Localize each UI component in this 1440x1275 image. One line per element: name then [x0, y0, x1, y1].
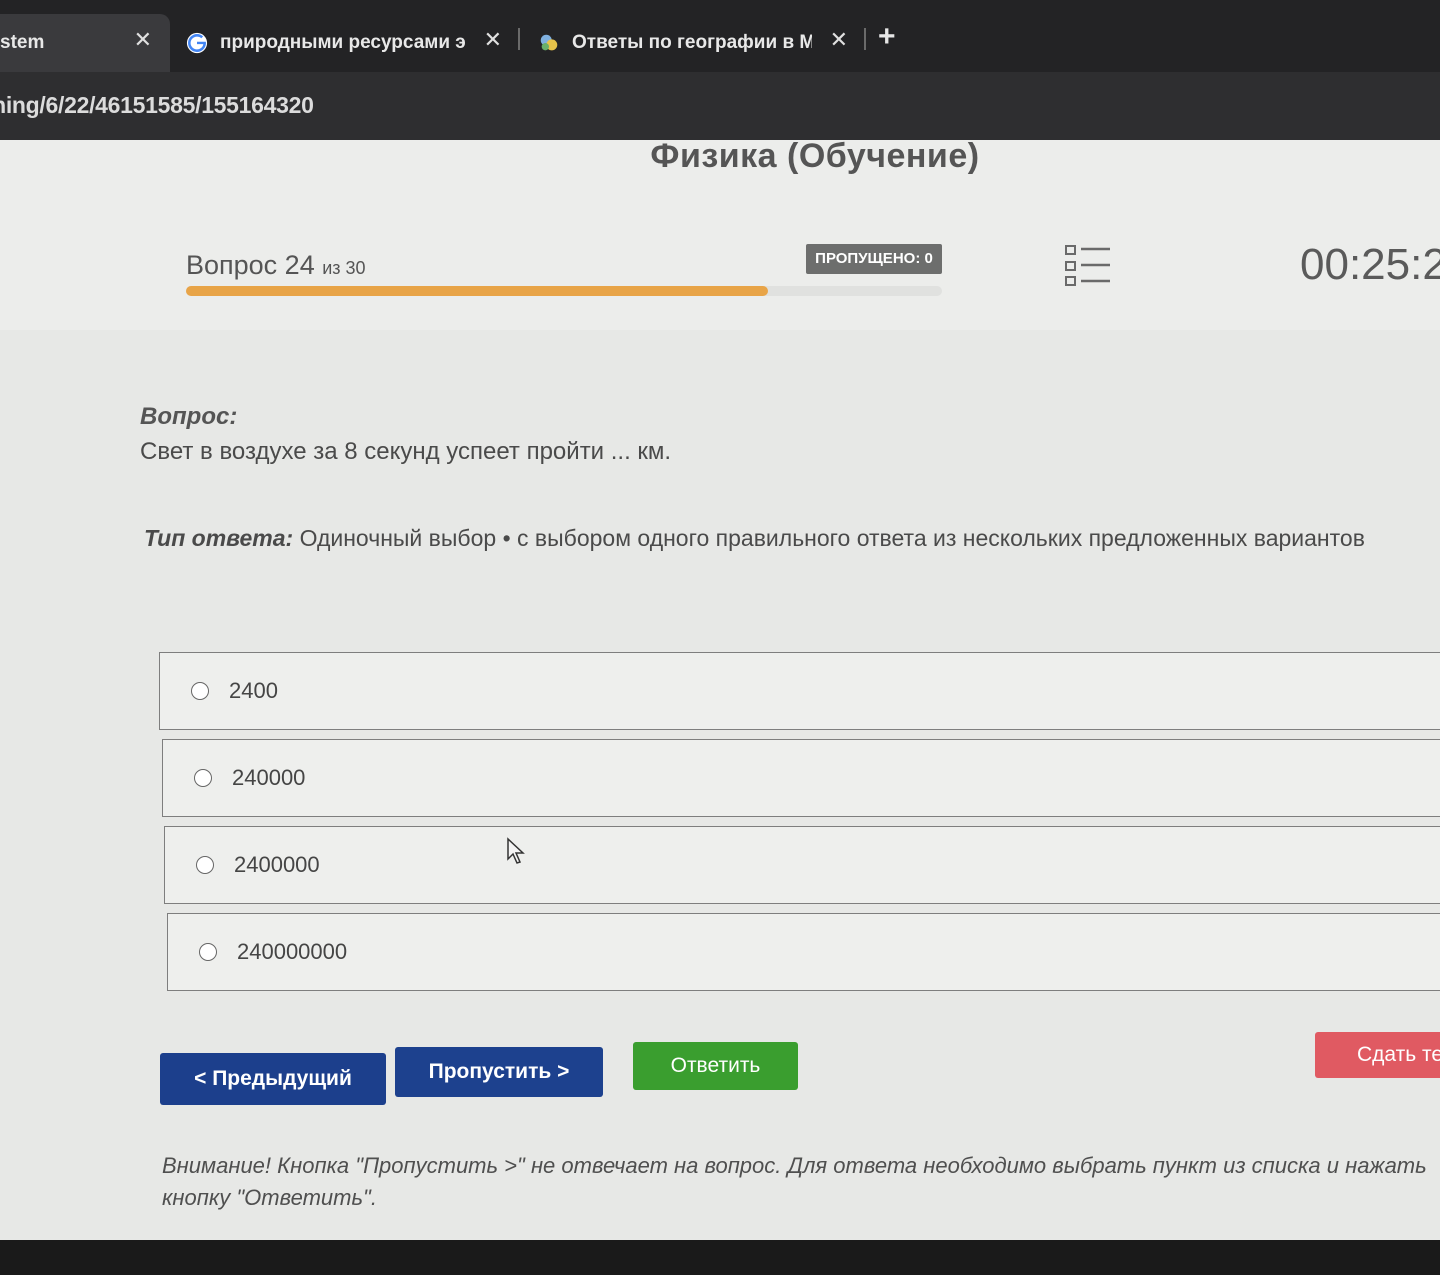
tab-title: Ответы по географии в МТИ | — [572, 32, 812, 53]
option-label: 2400000 — [234, 852, 320, 877]
tab-active[interactable]: stem ✕ — [0, 14, 170, 72]
question-counter-label: Вопрос 24 — [186, 250, 315, 280]
answer-type-value: Одиночный выбор • с выбором одного прави… — [299, 525, 1365, 551]
mouse-cursor-icon — [507, 837, 525, 864]
tab-google-search[interactable]: природными ресурсами это п ✕ — [186, 14, 516, 72]
option-label: 240000 — [232, 765, 306, 790]
question-counter: Вопрос 24 из 30 — [186, 250, 366, 281]
radio-button[interactable] — [196, 856, 214, 874]
timer: 00:25:2 — [1300, 240, 1440, 289]
radio-button[interactable] — [191, 682, 209, 700]
option-label: 2400 — [229, 678, 278, 703]
tab-title: природными ресурсами это п — [220, 32, 466, 53]
new-tab-button[interactable]: + — [878, 20, 896, 54]
option-label: 240000000 — [237, 939, 348, 964]
question-text: Свет в воздухе за 8 секунд успеет пройти… — [140, 438, 672, 465]
close-icon[interactable]: ✕ — [830, 29, 848, 51]
radio-button[interactable] — [194, 769, 212, 787]
answer-option[interactable]: 240000000 — [167, 913, 1440, 991]
skip-button[interactable]: Пропустить > — [395, 1047, 603, 1097]
radio-button[interactable] — [199, 943, 217, 961]
site-favicon-icon — [540, 34, 558, 51]
skip-notice: Внимание! Кнопка "Пропустить >" не отвеч… — [162, 1153, 1427, 1210]
address-bar[interactable]: ining/6/22/46151585/155164320 — [0, 72, 1440, 140]
close-icon[interactable]: ✕ — [134, 29, 152, 51]
tab-geography-answers[interactable]: Ответы по географии в МТИ | ✕ — [538, 14, 856, 72]
question-heading: Вопрос: — [140, 403, 238, 430]
answer-type-label: Тип ответа: — [144, 525, 294, 551]
tab-separator — [518, 28, 520, 50]
answer-option[interactable]: 2400000 — [164, 826, 1440, 904]
url-text: ining/6/22/46151585/155164320 — [0, 92, 314, 118]
screen-bezel — [0, 1240, 1440, 1275]
progress-bar — [186, 286, 942, 296]
quiz-page: Физика (Обучение) Вопрос 24 из 30 ПРОПУЩ… — [0, 137, 1440, 1240]
page-title: Физика (Обучение) — [650, 137, 980, 175]
tab-title: stem — [0, 32, 45, 53]
google-g-icon — [186, 32, 208, 54]
browser-tab-bar: stem ✕ природными ресурсами это п ✕ Отве… — [0, 0, 1440, 72]
skipped-badge: ПРОПУЩЕНО: 0 — [806, 244, 942, 274]
close-icon[interactable]: ✕ — [484, 29, 502, 51]
submit-test-button[interactable]: Сдать тес — [1315, 1032, 1440, 1078]
progress-fill — [186, 286, 769, 296]
question-counter-total: из 30 — [322, 258, 366, 278]
answer-option[interactable]: 2400 — [159, 652, 1440, 730]
quiz-header: Физика (Обучение) Вопрос 24 из 30 ПРОПУЩ… — [0, 137, 1440, 330]
answer-option[interactable]: 240000 — [162, 739, 1440, 817]
answer-button[interactable]: Ответить — [633, 1042, 798, 1090]
tab-separator — [864, 28, 866, 50]
answer-type: Тип ответа: Одиночный выбор • с выбором … — [144, 525, 1365, 552]
previous-button[interactable]: < Предыдущий — [160, 1053, 386, 1105]
question-list-icon[interactable] — [1064, 244, 1112, 288]
